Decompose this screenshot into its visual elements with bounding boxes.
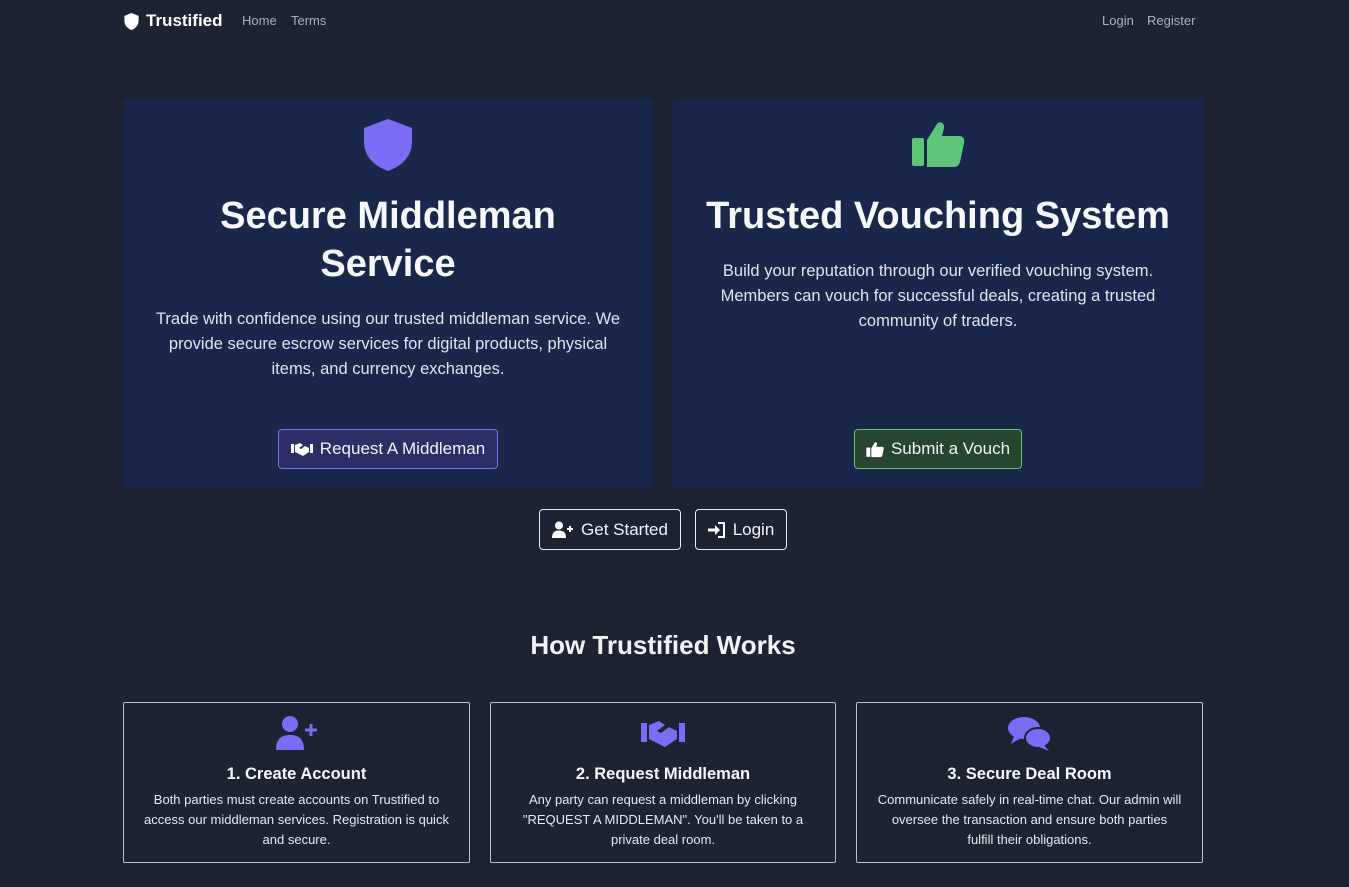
- nav-register-link[interactable]: Register: [1147, 13, 1195, 28]
- thumbs-up-icon: [912, 122, 965, 167]
- user-plus-icon: [552, 521, 574, 538]
- step-description: Communicate safely in real-time chat. Ou…: [877, 792, 1182, 847]
- vouching-description: Build your reputation through our verifi…: [720, 262, 1156, 330]
- step-card-request-middleman: 2. Request Middleman Any party can reque…: [490, 702, 836, 863]
- step-description: Any party can request a middleman by cli…: [522, 792, 804, 847]
- nav-home-link[interactable]: Home: [242, 13, 277, 28]
- step-title: 3. Secure Deal Room: [947, 765, 1112, 783]
- request-middleman-button[interactable]: Request A Middleman: [278, 429, 498, 469]
- middleman-description: Trade with confidence using our trusted …: [155, 310, 621, 378]
- sign-in-icon: [707, 521, 725, 538]
- nav-login-link[interactable]: Login: [1102, 13, 1134, 28]
- brand-link[interactable]: Trustified: [123, 10, 223, 32]
- get-started-button[interactable]: Get Started: [539, 509, 681, 550]
- middleman-title: Secure Middleman Service: [220, 195, 556, 285]
- step-title: 2. Request Middleman: [575, 765, 751, 783]
- step-title: 1. Create Account: [226, 765, 367, 783]
- chat-bubbles-icon: [1007, 717, 1052, 751]
- step-card-secure-deal-room: 3. Secure Deal Room Communicate safely i…: [856, 702, 1203, 863]
- brand-name: Trustified: [146, 11, 223, 30]
- shield-icon: [124, 12, 139, 30]
- step-card-create-account: 1. Create Account Both parties must crea…: [123, 702, 470, 863]
- handshake-icon: [290, 443, 313, 456]
- handshake-icon: [641, 721, 685, 747]
- thumbs-up-icon: [866, 441, 884, 457]
- submit-vouch-button[interactable]: Submit a Vouch: [854, 429, 1022, 469]
- user-plus-icon: [275, 716, 317, 750]
- vouching-title: Trusted Vouching System: [706, 195, 1170, 237]
- navbar: Trustified Home Terms Login Register: [0, 0, 1349, 42]
- login-button[interactable]: Login: [695, 509, 787, 550]
- step-description: Both parties must create accounts on Tru…: [144, 792, 449, 847]
- shield-icon: [364, 119, 412, 171]
- nav-terms-link[interactable]: Terms: [291, 13, 326, 28]
- how-it-works-title: How Trustified Works: [530, 630, 796, 660]
- middleman-card: Secure Middleman Service Trade with conf…: [123, 98, 653, 489]
- vouching-card: Trusted Vouching System Build your reput…: [673, 98, 1203, 489]
